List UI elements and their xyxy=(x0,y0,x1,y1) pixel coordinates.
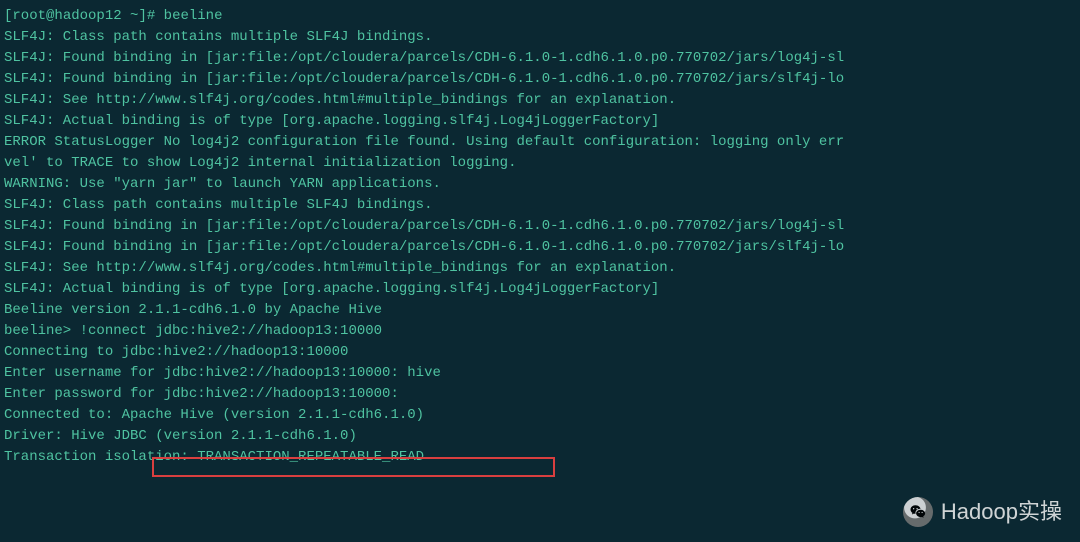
shell-command[interactable]: beeline xyxy=(164,8,223,24)
terminal-line: Driver: Hive JDBC (version 2.1.1-cdh6.1.… xyxy=(4,426,1076,447)
terminal-line: SLF4J: Found binding in [jar:file:/opt/c… xyxy=(4,216,1076,237)
prompt-close-bracket: ]# xyxy=(138,8,163,24)
terminal-line: Beeline version 2.1.1-cdh6.1.0 by Apache… xyxy=(4,300,1076,321)
terminal-line: ERROR StatusLogger No log4j2 configurati… xyxy=(4,132,1076,153)
terminal-line: beeline> !connect jdbc:hive2://hadoop13:… xyxy=(4,321,1076,342)
terminal-line: Enter username for jdbc:hive2://hadoop13… xyxy=(4,363,1076,384)
terminal-line: SLF4J: See http://www.slf4j.org/codes.ht… xyxy=(4,90,1076,111)
terminal-line: SLF4J: Class path contains multiple SLF4… xyxy=(4,27,1076,48)
terminal-line: SLF4J: Found binding in [jar:file:/opt/c… xyxy=(4,48,1076,69)
terminal-line: WARNING: Use "yarn jar" to launch YARN a… xyxy=(4,174,1076,195)
terminal-line: SLF4J: Found binding in [jar:file:/opt/c… xyxy=(4,237,1076,258)
terminal-line: Enter password for jdbc:hive2://hadoop13… xyxy=(4,384,1076,405)
terminal-line: SLF4J: Found binding in [jar:file:/opt/c… xyxy=(4,69,1076,90)
prompt-host: hadoop12 xyxy=(54,8,121,24)
terminal-line: Connected to: Apache Hive (version 2.1.1… xyxy=(4,405,1076,426)
terminal-line: Connecting to jdbc:hive2://hadoop13:1000… xyxy=(4,342,1076,363)
terminal-line: vel' to TRACE to show Log4j2 internal in… xyxy=(4,153,1076,174)
prompt-user: root xyxy=(12,8,46,24)
shell-prompt-line: [root@hadoop12 ~]# beeline xyxy=(4,6,1076,27)
watermark-text: Hadoop实操 xyxy=(941,495,1062,528)
terminal-line: SLF4J: Actual binding is of type [org.ap… xyxy=(4,279,1076,300)
watermark: Hadoop实操 xyxy=(903,495,1062,528)
terminal-line: Transaction isolation: TRANSACTION_REPEA… xyxy=(4,447,1076,468)
terminal-line: SLF4J: Actual binding is of type [org.ap… xyxy=(4,111,1076,132)
wechat-icon xyxy=(903,497,933,527)
terminal-line: SLF4J: Class path contains multiple SLF4… xyxy=(4,195,1076,216)
terminal-line: SLF4J: See http://www.slf4j.org/codes.ht… xyxy=(4,258,1076,279)
